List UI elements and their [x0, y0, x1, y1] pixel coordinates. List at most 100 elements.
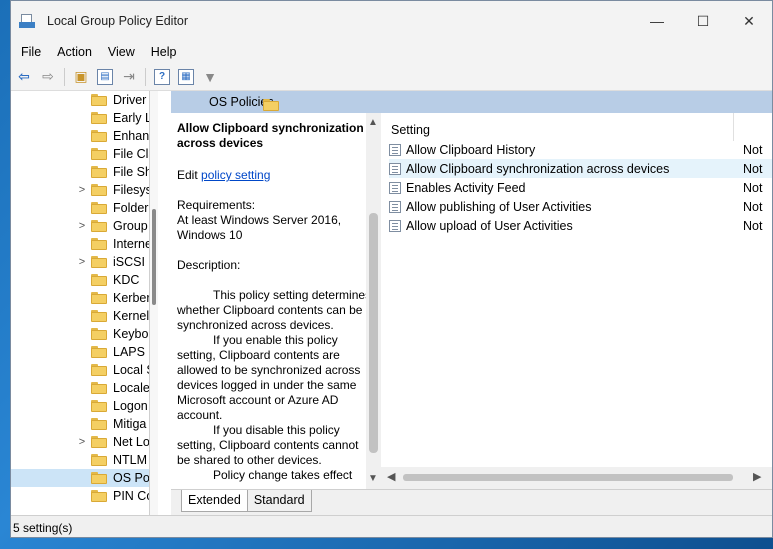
tree-scrollbar[interactable]: [150, 91, 158, 515]
help-icon[interactable]: ?: [154, 68, 170, 85]
policy-setting-icon: [389, 162, 401, 175]
column-divider[interactable]: [733, 113, 734, 141]
folder-icon: [91, 112, 107, 124]
tree-item-label: Early L: [113, 111, 150, 125]
scroll-up-icon[interactable]: ▲: [368, 117, 378, 128]
menu-view[interactable]: View: [100, 45, 143, 59]
tree-item-os-policies[interactable]: OS Pol: [11, 469, 149, 487]
tab-standard[interactable]: Standard: [246, 490, 312, 512]
chevron-icon[interactable]: >: [77, 436, 87, 448]
tree-item-label: Logon: [113, 399, 148, 413]
tree-item[interactable]: > Filesys: [11, 181, 150, 199]
tree-item-label: LAPS: [113, 345, 145, 359]
folder-icon: [91, 418, 107, 430]
policy-setting-icon: [389, 219, 401, 232]
back-arrow-icon[interactable]: ⇦: [13, 66, 35, 88]
settings-row[interactable]: Allow upload of User Activities Not: [389, 216, 772, 235]
properties-icon[interactable]: ▦: [178, 68, 194, 85]
tree-item[interactable]: File Sh: [11, 163, 149, 181]
folder-icon: [91, 400, 107, 412]
tree-item[interactable]: Mitiga: [11, 415, 149, 433]
setting-state: Not: [743, 142, 763, 157]
settings-list: Setting Allow Clipboard History Not Allow…: [381, 113, 772, 489]
tree-item-label: Interne: [113, 237, 150, 251]
description-paragraph: If you disable this policy setting, Clip…: [177, 423, 359, 467]
tree-item[interactable]: NTLM: [11, 451, 149, 469]
description-scrollbar[interactable]: ▲ ▼: [366, 113, 381, 489]
scroll-down-icon[interactable]: ▼: [368, 473, 378, 484]
up-folder-icon[interactable]: ▣: [70, 66, 92, 88]
tree-item[interactable]: > Group: [11, 217, 149, 235]
toolbar: ⇦ ⇨ ▣ ▤ ⇥ ? ▦ ▼: [11, 63, 772, 91]
main-area: Driver Early L Enhanc File Cla File Sh >…: [11, 91, 772, 515]
description-paragraph: This policy setting determines whether C…: [177, 288, 372, 332]
horizontal-scrollbar[interactable]: ◀ ▶: [381, 467, 772, 489]
tree-item[interactable]: > Net Lo: [11, 433, 149, 451]
tree-item[interactable]: Kerber: [11, 289, 149, 307]
minimize-button[interactable]: —: [634, 1, 680, 41]
folder-icon: [91, 382, 107, 394]
policy-setting-icon: [389, 143, 401, 156]
description-label: Description:: [177, 258, 241, 272]
tree-item[interactable]: KDC: [11, 271, 149, 289]
tree-item-label: Mitiga: [113, 417, 147, 431]
tree-item[interactable]: Folder: [11, 199, 149, 217]
tree-item-label: Folder: [113, 201, 149, 215]
tree-item[interactable]: > iSCSI: [11, 253, 149, 271]
requirements-label: Requirements:: [177, 198, 256, 212]
tree-item[interactable]: Keybo: [11, 325, 149, 343]
chevron-icon[interactable]: >: [77, 256, 87, 268]
settings-row[interactable]: Allow publishing of User Activities Not: [389, 197, 772, 216]
tree-item-label: iSCSI: [113, 255, 145, 269]
tree-item[interactable]: Kernel: [11, 307, 149, 325]
tree-item-label: File Cla: [113, 147, 149, 161]
tree-scrollbar-thumb[interactable]: [152, 209, 156, 305]
show-hide-tree-icon[interactable]: ▤: [97, 68, 113, 85]
tree-item[interactable]: Driver: [11, 91, 149, 109]
chevron-icon[interactable]: >: [77, 220, 87, 232]
description-scrollbar-thumb[interactable]: [369, 213, 378, 453]
menu-help[interactable]: Help: [143, 45, 185, 59]
filter-icon[interactable]: ▼: [199, 66, 221, 88]
folder-icon: [91, 220, 107, 232]
tab-extended[interactable]: Extended: [181, 490, 248, 512]
maximize-button[interactable]: ☐: [680, 1, 726, 41]
tree-item[interactable]: Locale: [11, 379, 149, 397]
tree-item[interactable]: File Cla: [11, 145, 149, 163]
policy-setting-icon: [389, 200, 401, 213]
setting-state: Not: [743, 161, 763, 176]
folder-icon: [91, 274, 107, 286]
tree-item[interactable]: Interne: [11, 235, 150, 253]
forward-arrow-icon[interactable]: ⇨: [37, 66, 59, 88]
tree-item[interactable]: Early L: [11, 109, 150, 127]
requirements-text: At least Windows Server 2016, Windows 10: [177, 213, 342, 242]
settings-row[interactable]: Allow Clipboard History Not: [389, 140, 772, 159]
menu-file[interactable]: File: [13, 45, 49, 59]
tree-item[interactable]: PIN Co: [11, 487, 149, 505]
policy-setting-link[interactable]: policy setting: [201, 168, 270, 182]
setting-state: Not: [743, 180, 763, 195]
settings-row-selected[interactable]: Allow Clipboard synchronization across d…: [389, 159, 772, 178]
folder-icon: [91, 490, 107, 502]
close-button[interactable]: ✕: [726, 1, 772, 41]
chevron-icon[interactable]: >: [77, 184, 87, 196]
scroll-right-icon[interactable]: ▶: [753, 470, 761, 483]
details-header: OS Policies: [171, 91, 772, 113]
horizontal-scrollbar-thumb[interactable]: [403, 474, 733, 481]
export-list-icon[interactable]: ⇥: [118, 66, 140, 88]
tree-item[interactable]: LAPS: [11, 343, 149, 361]
tree-item[interactable]: Enhanc: [11, 127, 150, 145]
setting-name: Allow publishing of User Activities: [406, 199, 592, 214]
tree-item[interactable]: Local S: [11, 361, 149, 379]
scroll-left-icon[interactable]: ◀: [387, 470, 395, 483]
folder-icon: [91, 436, 107, 448]
tree-item-label: Filesys: [113, 183, 150, 197]
folder-icon: [91, 454, 107, 466]
tree-item-label: Enhanc: [113, 129, 150, 143]
menu-action[interactable]: Action: [49, 45, 100, 59]
edit-line: Edit policy setting: [177, 168, 375, 182]
tree-item[interactable]: Logon: [11, 397, 149, 415]
column-header-setting[interactable]: Setting: [391, 123, 430, 137]
folder-icon: [91, 472, 107, 484]
settings-row[interactable]: Enables Activity Feed Not: [389, 178, 772, 197]
